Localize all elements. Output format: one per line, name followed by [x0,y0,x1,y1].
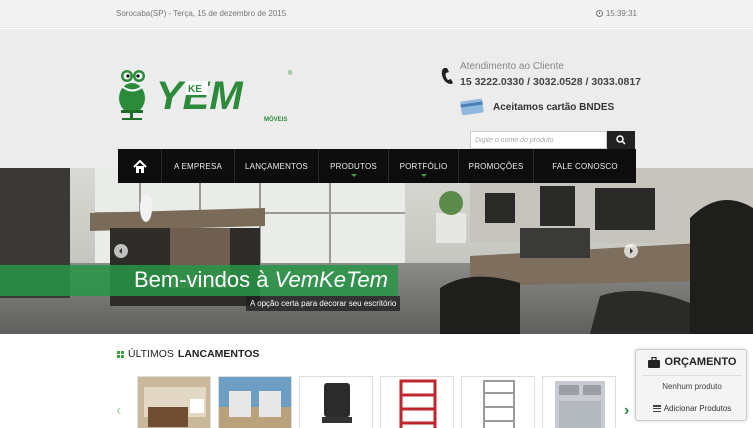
chevron-right-icon [630,248,633,254]
chevron-down-icon [350,174,357,177]
quote-empty-text: Nenhum produto [662,382,722,391]
chevron-left-icon [119,248,122,254]
search-button[interactable] [607,131,635,149]
product-card[interactable] [461,376,535,428]
nav-home[interactable] [118,149,162,183]
product-card[interactable] [218,376,292,428]
section-title: ÚLTIMOS LANCAMENTOS [117,348,259,360]
header: YEM KE MÓVEIS ® Atendimento ao Cliente 1… [0,29,753,168]
product-card[interactable] [380,376,454,428]
svg-text:®: ® [288,70,293,77]
product-image [462,377,534,428]
card-icon [460,98,484,115]
svg-text:KE: KE [188,84,202,95]
chevron-left-icon[interactable]: ‹ [116,402,121,420]
bndes-label: Aceitamos cartão BNDES [493,102,615,113]
clock: 15:39:31 [595,9,637,18]
support-label: Atendimento ao Cliente [460,61,564,72]
nav-item-fale-conosco[interactable]: FALE CONOSCO [534,149,636,183]
location-date: Sorocaba(SP) - Terça, 15 de dezembro de … [116,9,287,18]
slider-prev-button[interactable] [114,244,128,258]
svg-text:MÓVEIS: MÓVEIS [264,115,287,123]
logo-wordmark: YEM [156,74,244,118]
add-products-link[interactable]: Adicionar Produtos [636,404,748,413]
nav-item-lancamentos[interactable]: LANÇAMENTOS [235,149,319,183]
search-icon [616,135,626,145]
hero-title: Bem-vindos à VemKeTem [134,267,388,292]
nav-item-produtos[interactable]: PRODUTOS [319,149,389,183]
briefcase-icon [647,356,660,368]
product-card[interactable] [137,376,211,428]
product-card[interactable] [299,376,373,428]
home-icon [132,159,147,173]
frog-mascot-icon [119,70,145,120]
clock-icon [595,10,603,17]
product-card[interactable] [542,376,616,428]
product-image [381,377,453,428]
phone-icon [441,68,453,84]
list-icon [652,405,661,412]
support-phones: 15 3222.0330 / 3032.0528 / 3033.0817 [460,76,642,88]
hero-subtitle: A opção certa para decorar seu escritóri… [246,296,401,311]
chevron-down-icon [420,174,427,177]
logo[interactable]: YEM KE MÓVEIS ® [116,63,296,123]
slider-next-button[interactable] [624,244,638,258]
main-nav: A EMPRESA LANÇAMENTOS PRODUTOS PORTFÓLIO… [118,149,636,183]
nav-item-empresa[interactable]: A EMPRESA [162,149,235,183]
product-image [138,377,210,428]
quote-box: ORÇAMENTO Nenhum produto Adicionar Produ… [635,349,747,421]
grid-icon [117,350,124,358]
nav-item-promocoes[interactable]: PROMOÇÕES [459,149,534,183]
search-box [470,131,635,149]
quote-title[interactable]: ORÇAMENTO [636,356,748,368]
product-image [543,377,615,428]
clock-time: 15:39:31 [605,9,637,18]
nav-item-portfolio[interactable]: PORTFÓLIO [389,149,459,183]
search-input[interactable] [470,131,607,149]
divider [642,375,742,376]
top-bar: Sorocaba(SP) - Terça, 15 de dezembro de … [0,0,753,28]
product-image [219,377,291,428]
product-image [300,377,372,428]
chevron-right-icon[interactable]: › [624,402,629,420]
